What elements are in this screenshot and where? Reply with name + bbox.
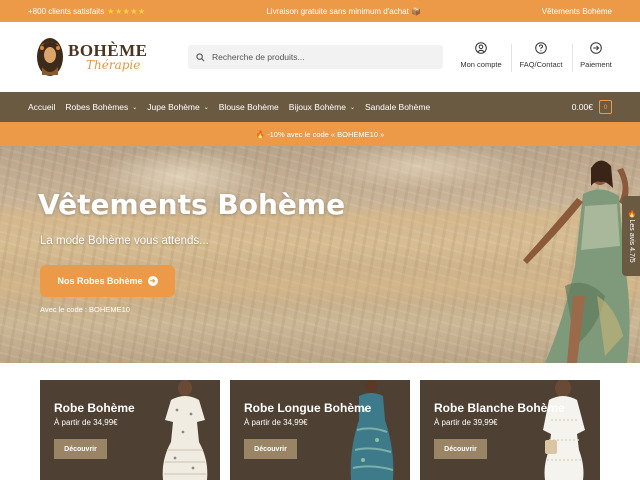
discover-button[interactable]: Découvrir (244, 439, 297, 459)
category-card-robe-boheme[interactable]: Robe Bohème À partir de 34,99€ Découvrir (40, 380, 220, 480)
hero-model-image (523, 160, 630, 363)
hero-tagline: La mode Bohème vous attends... (40, 235, 209, 247)
long-dress-photo (350, 380, 394, 480)
promo-banner: 🔥 -10% avec le code « BOHEME10 » (0, 122, 640, 146)
faq-contact-link[interactable]: FAQ/Contact (514, 42, 568, 76)
account-icon (475, 42, 487, 54)
hero-banner: Vêtements Bohème La mode Bohème vous att… (0, 146, 640, 363)
card-title: Robe Longue Bohème (244, 401, 372, 415)
faq-contact-label: FAQ/Contact (519, 60, 563, 69)
reviews-label: 🔥 Les avis 4.7/5 (628, 209, 635, 263)
free-shipping-text: Livraison gratuite sans minimum d'achat … (266, 6, 422, 16)
discount-code-text: Avec le code : BOHEME10 (40, 305, 130, 314)
boho-woman-logo-icon (37, 38, 63, 76)
arrow-circle-icon (590, 42, 602, 54)
nav-item-label: Robes Bohèmes (65, 102, 129, 112)
reviews-side-tab[interactable]: 🔥 Les avis 4.7/5 (622, 196, 640, 276)
payment-label: Paiement (580, 60, 612, 69)
nav-item-label: Jupe Bohème (147, 102, 200, 112)
cart-count: 0 (603, 103, 608, 111)
card-title: Robe Blanche Bohème (434, 401, 565, 415)
arrow-right-icon: ➜ (147, 276, 158, 286)
site-logo[interactable]: BOHÈME Thérapie (36, 37, 156, 79)
category-card-robe-longue-boheme[interactable]: Robe Longue Bohème À partir de 34,99€ Dé… (230, 380, 410, 480)
chevron-down-icon: ⌄ (132, 104, 138, 111)
account-link[interactable]: Mon compte (458, 42, 504, 76)
search-input[interactable] (212, 52, 432, 62)
account-label: Mon compte (460, 60, 502, 69)
category-card-robe-blanche-boheme[interactable]: Robe Blanche Bohème À partir de 39,99€ D… (420, 380, 600, 480)
nav-item-label: Sandale Bohème (364, 102, 431, 112)
nav-item-label: Bijoux Bohème (288, 102, 346, 112)
chevron-down-icon: ⌄ (349, 104, 355, 111)
help-icon (535, 42, 547, 54)
chevron-down-icon: ⌄ (203, 104, 209, 111)
nav-item-jupe-boheme[interactable]: Jupe Bohème ⌄ (147, 102, 208, 112)
nav-item-accueil[interactable]: Accueil (28, 102, 55, 112)
satisfied-clients: +800 clients satisfaits ★★★★★ (28, 7, 146, 16)
search-bar (188, 45, 443, 69)
main-navigation: Accueil Robes Bohèmes ⌄ Jupe Bohème ⌄ Blou… (0, 92, 640, 122)
topbar-category-link[interactable]: Vêtements Bohème (542, 7, 612, 16)
header-divider (511, 44, 512, 72)
nav-item-blouse-boheme[interactable]: Blouse Bohème (219, 102, 279, 112)
search-icon (196, 52, 205, 61)
cart-button[interactable]: 0.00€ 0 (572, 100, 612, 114)
header-divider (572, 44, 573, 72)
card-price: À partir de 34,99€ (54, 418, 118, 427)
nav-item-robes-bohemes[interactable]: Robes Bohèmes ⌄ (65, 102, 137, 112)
hero-title: Vêtements Bohème (38, 188, 346, 221)
cart-total: 0.00€ (571, 102, 593, 112)
shopping-bag-icon: 0 (599, 100, 612, 114)
satisfied-clients-text: +800 clients satisfaits (28, 6, 105, 16)
nav-item-label: Accueil (28, 102, 56, 112)
shop-dresses-button[interactable]: Nos Robes Bohème ➜ (40, 265, 175, 297)
cta-label: Nos Robes Bohème (57, 276, 143, 286)
white-lace-dress-photo (543, 380, 585, 480)
white-dress-photo (162, 380, 208, 480)
nav-item-label: Blouse Bohème (218, 102, 279, 112)
card-price: À partir de 34,99€ (244, 418, 308, 427)
promo-text: 🔥 -10% avec le code « BOHEME10 » (255, 129, 385, 139)
site-header: BOHÈME Thérapie Mon compte FAQ/Contact P… (0, 22, 640, 92)
nav-item-bijoux-boheme[interactable]: Bijoux Bohème ⌄ (289, 102, 355, 112)
discover-button[interactable]: Découvrir (434, 439, 487, 459)
category-cards: Robe Bohème À partir de 34,99€ Découvrir… (40, 380, 600, 480)
discover-button[interactable]: Découvrir (54, 439, 107, 459)
rating-stars: ★★★★★ (107, 6, 146, 16)
card-price: À partir de 39,99€ (434, 418, 498, 427)
nav-item-sandale-boheme[interactable]: Sandale Bohème (365, 102, 430, 112)
payment-link[interactable]: Paiement (576, 42, 616, 76)
logo-subtitle: Thérapie (86, 58, 141, 72)
card-title: Robe Bohème (54, 401, 135, 415)
top-announcement-bar: +800 clients satisfaits ★★★★★ Livraison g… (0, 0, 640, 22)
